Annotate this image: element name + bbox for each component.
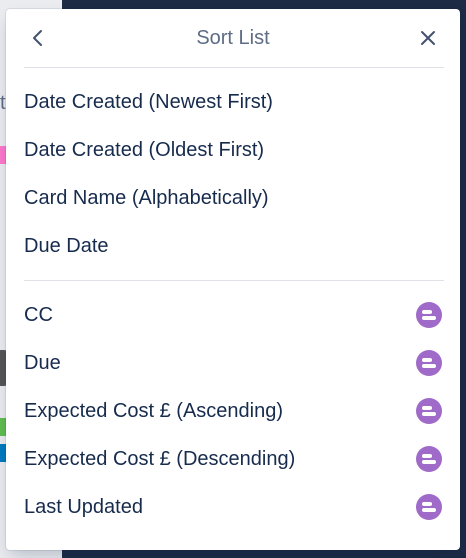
popover-title: Sort List xyxy=(196,27,270,49)
popover-header: Sort List xyxy=(6,9,460,67)
option-label: Expected Cost £ (Ascending) xyxy=(24,399,284,422)
sort-option-due[interactable]: Due xyxy=(6,339,460,387)
sort-option-date-created-newest[interactable]: Date Created (Newest First) xyxy=(6,78,460,126)
sort-option-expected-cost-ascending[interactable]: Expected Cost £ (Ascending) xyxy=(6,387,460,435)
custom-fields-powerup-icon xyxy=(416,446,442,472)
sort-list-popover: Sort List Date Created (Newest First) Da… xyxy=(6,9,460,550)
sort-option-last-updated[interactable]: Last Updated xyxy=(6,483,460,531)
sort-option-cc[interactable]: CC xyxy=(6,291,460,339)
option-label: CC xyxy=(24,303,53,326)
sort-option-card-name[interactable]: Card Name (Alphabetically) xyxy=(6,174,460,222)
option-label: Last Updated xyxy=(24,495,143,518)
custom-fields-powerup-icon xyxy=(416,494,442,520)
sort-option-due-date[interactable]: Due Date xyxy=(6,222,460,270)
sort-option-expected-cost-descending[interactable]: Expected Cost £ (Descending) xyxy=(6,435,460,483)
back-button[interactable] xyxy=(22,22,54,54)
close-button[interactable] xyxy=(412,22,444,54)
custom-fields-powerup-icon xyxy=(416,398,442,424)
chevron-left-icon xyxy=(33,30,42,46)
option-label: Expected Cost £ (Descending) xyxy=(24,447,296,470)
option-label: Card Name (Alphabetically) xyxy=(24,186,269,209)
custom-fields-powerup-icon xyxy=(416,302,442,328)
option-label: Date Created (Oldest First) xyxy=(24,138,265,161)
sort-options-list: Date Created (Newest First) Date Created… xyxy=(6,68,460,280)
background-card-text-fragment: t xyxy=(0,92,6,114)
option-label: Due xyxy=(24,351,61,374)
option-label: Due Date xyxy=(24,234,109,257)
close-icon xyxy=(421,31,435,45)
custom-field-sort-options-list: CC Due Expected Cost £ (Ascending) Expec… xyxy=(6,281,460,531)
custom-fields-powerup-icon xyxy=(416,350,442,376)
option-label: Date Created (Newest First) xyxy=(24,90,273,113)
sort-option-date-created-oldest[interactable]: Date Created (Oldest First) xyxy=(6,126,460,174)
